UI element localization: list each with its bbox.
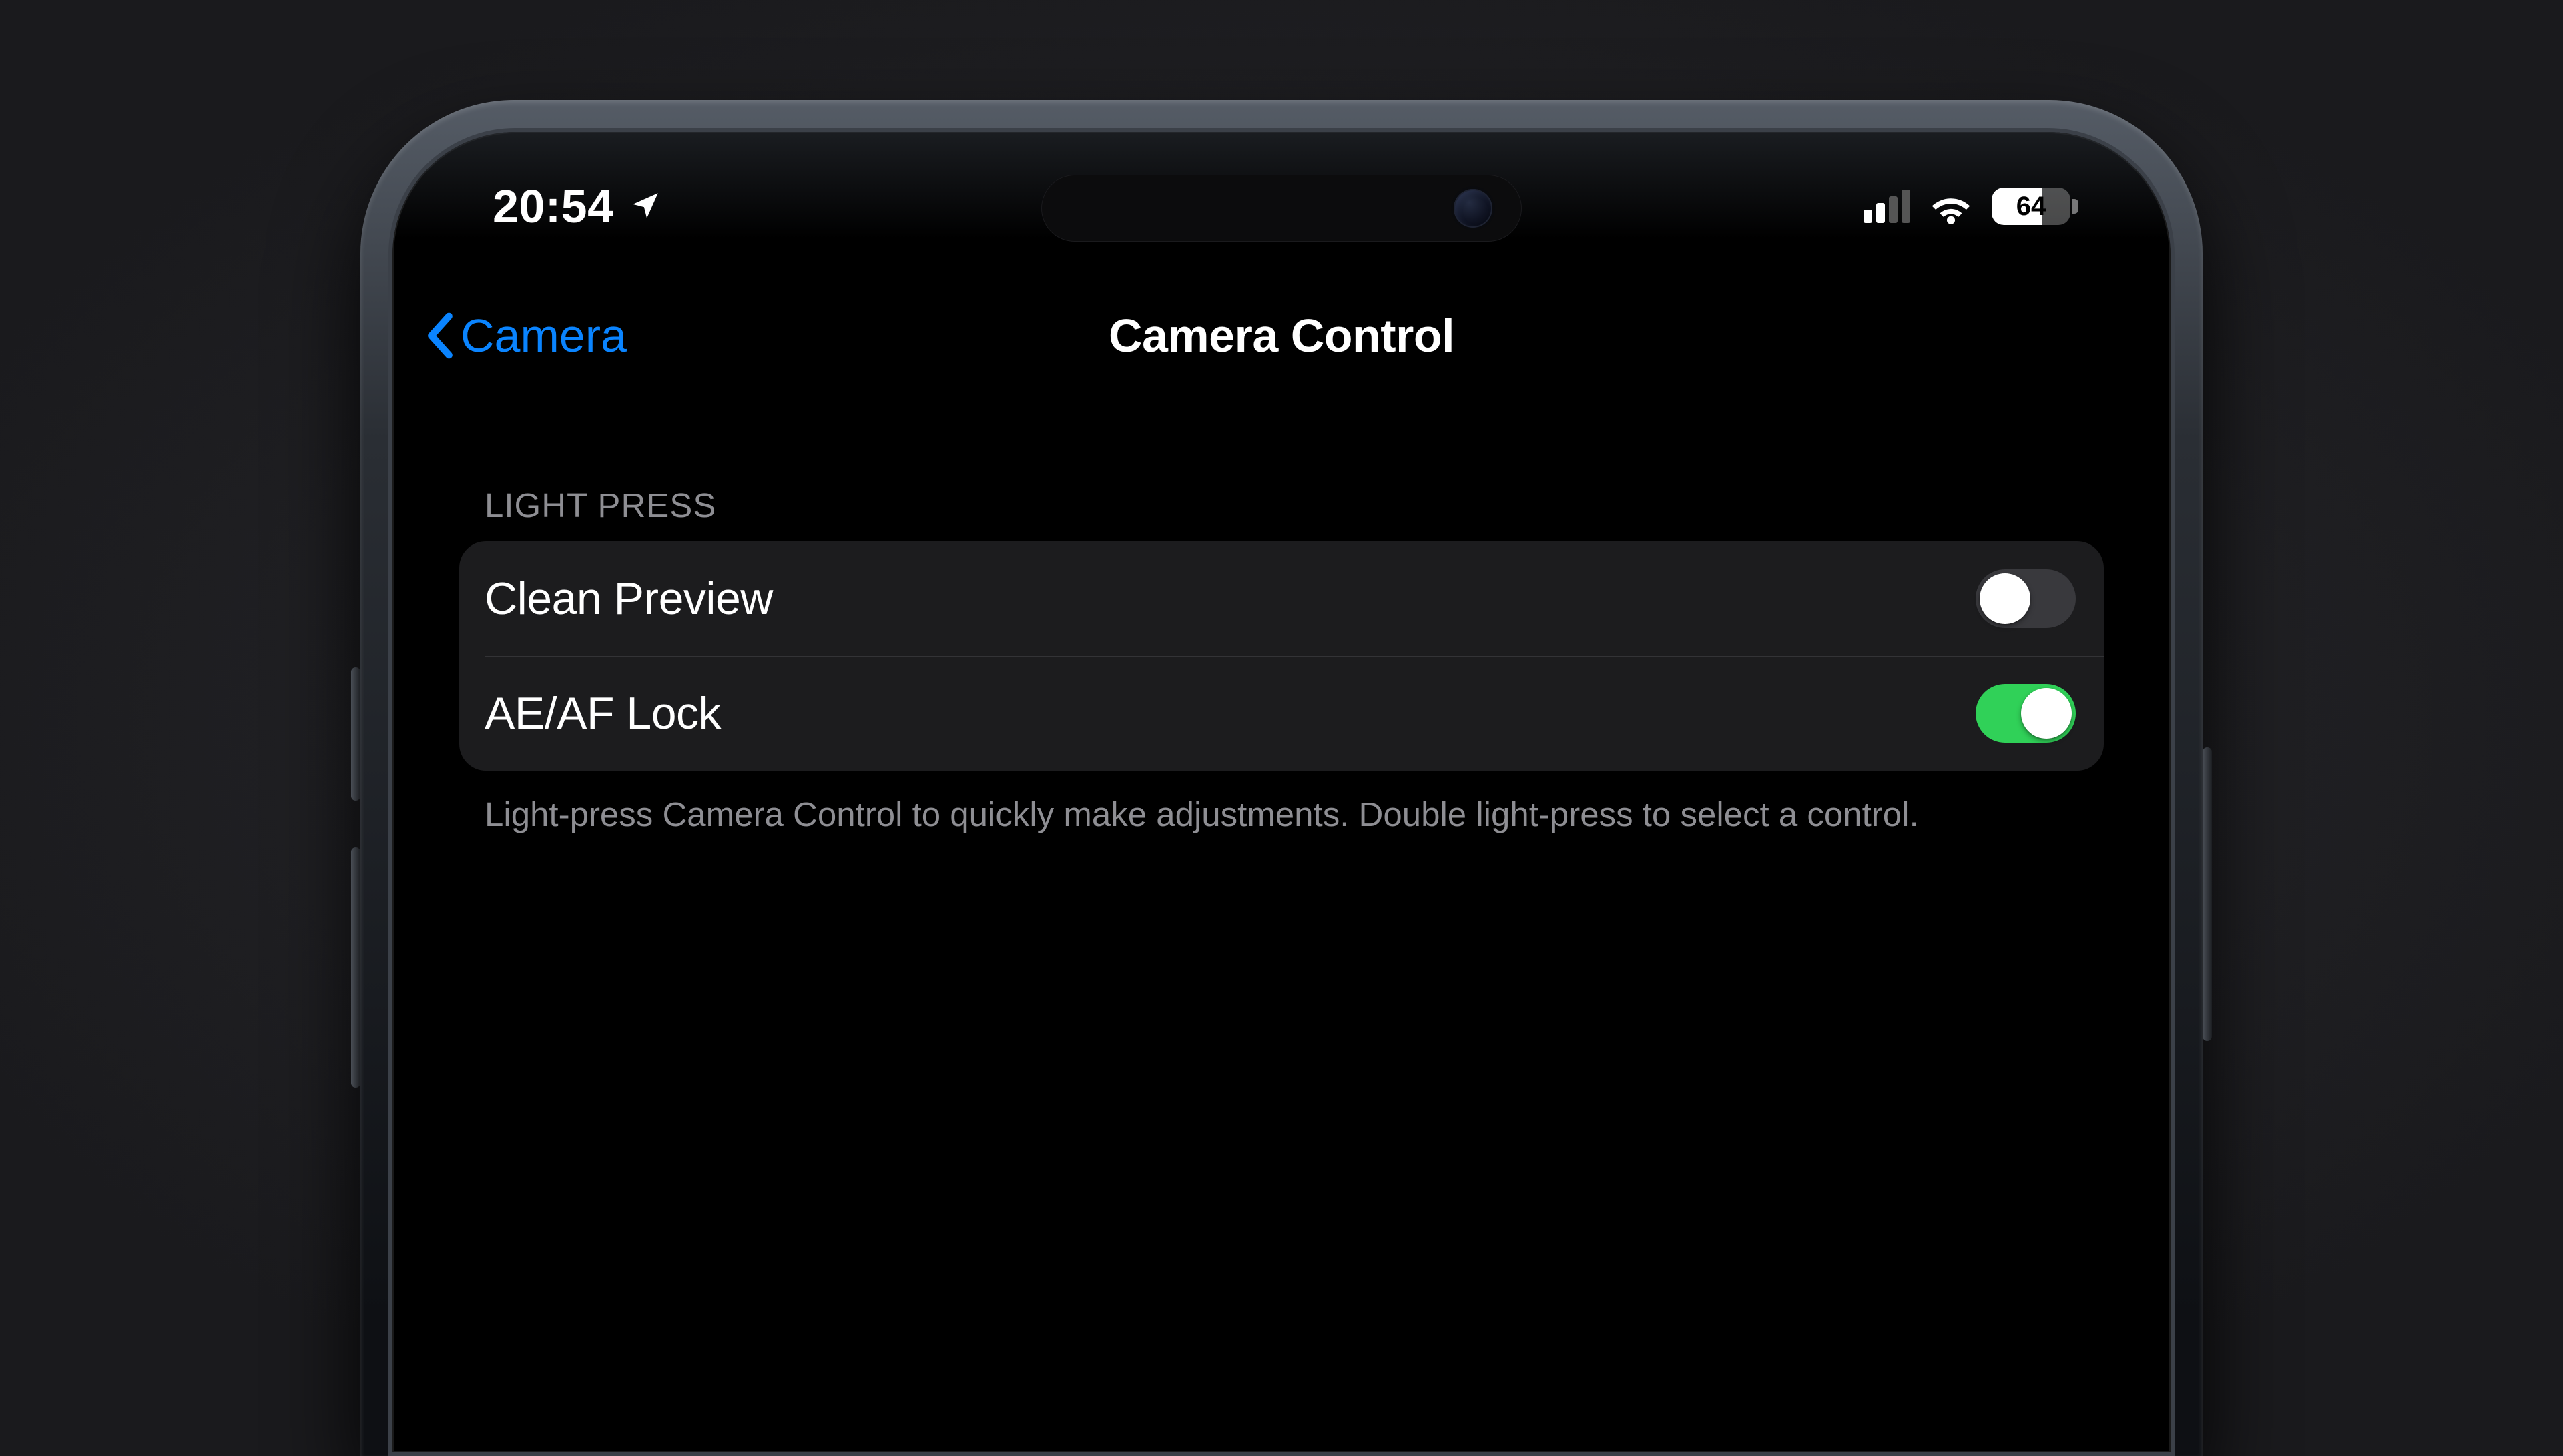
front-camera-icon [1454, 189, 1492, 228]
screen: 20:54 [388, 128, 2175, 1456]
side-button [2203, 747, 2212, 1041]
cellular-signal-icon [1864, 190, 1910, 223]
wifi-icon [1929, 190, 1973, 222]
page-title: Camera Control [1109, 309, 1454, 362]
row-clean-preview[interactable]: Clean Preview [459, 541, 2104, 656]
phone-frame: 20:54 [360, 100, 2203, 1456]
switch-clean-preview[interactable] [1976, 569, 2076, 628]
nav-bar: Camera Camera Control [392, 299, 2171, 372]
switch-aeaf-lock[interactable] [1976, 684, 2076, 743]
section-footer: Light-press Camera Control to quickly ma… [459, 771, 2104, 838]
switch-knob [1980, 573, 2030, 624]
section-header-light-press: LIGHT PRESS [459, 486, 2104, 541]
switch-knob [2021, 688, 2072, 739]
battery-indicator: 64 [1992, 188, 2070, 225]
dynamic-island [1041, 175, 1522, 242]
location-arrow-icon [629, 179, 662, 233]
volume-up-button [351, 667, 360, 801]
battery-percent: 64 [1992, 188, 2070, 225]
row-label-clean-preview: Clean Preview [485, 573, 773, 625]
back-label: Camera [461, 309, 627, 362]
settings-content: LIGHT PRESS Clean Preview AE/AF Lock Lig… [392, 372, 2171, 838]
status-time: 20:54 [493, 179, 614, 233]
settings-group-light-press: Clean Preview AE/AF Lock [459, 541, 2104, 771]
row-aeaf-lock[interactable]: AE/AF Lock [459, 656, 2104, 771]
volume-down-button [351, 847, 360, 1088]
row-label-aeaf-lock: AE/AF Lock [485, 687, 721, 739]
chevron-left-icon [424, 312, 454, 359]
back-button[interactable]: Camera [424, 309, 627, 362]
